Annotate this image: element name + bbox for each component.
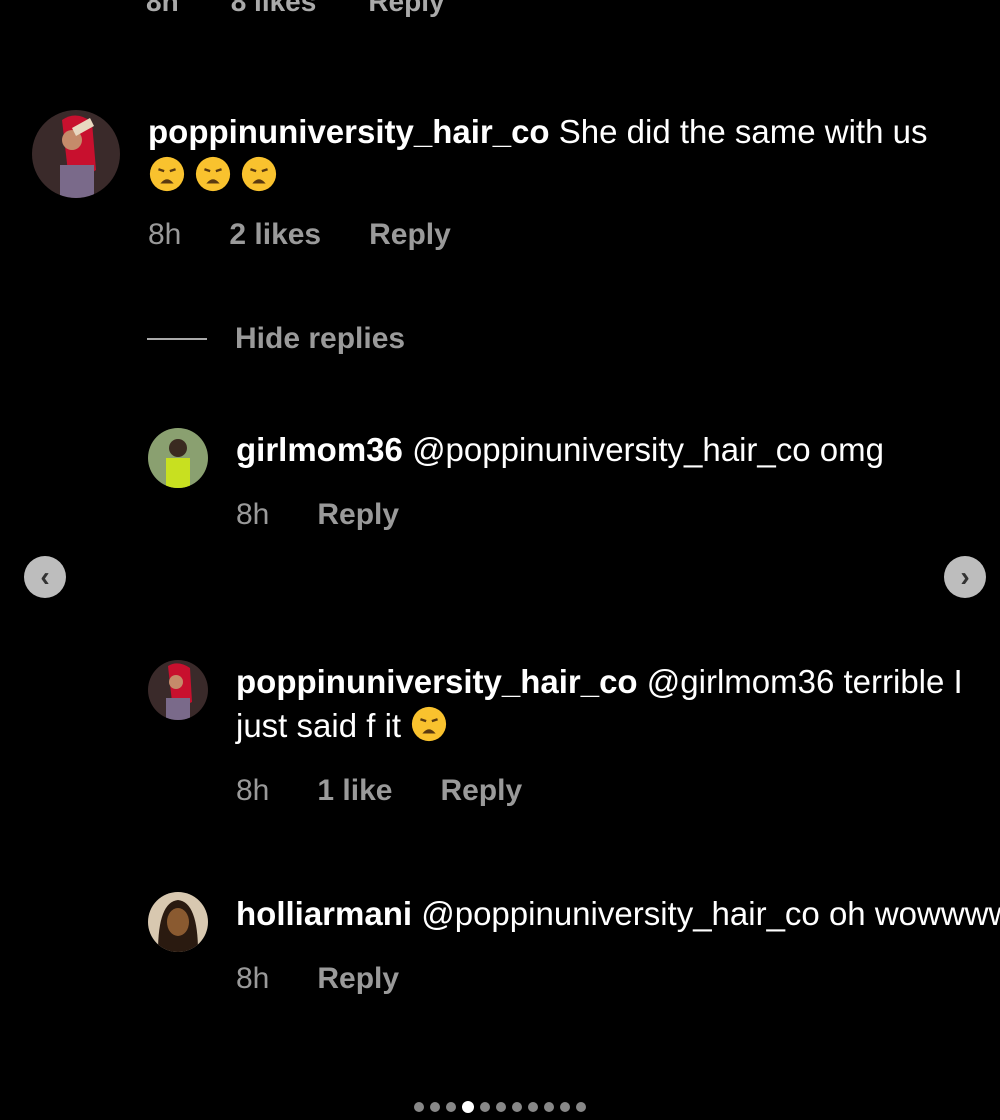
reply-text: wowwww	[874, 895, 1000, 932]
carousel-dot	[560, 1102, 570, 1112]
hide-replies-toggle[interactable]: Hide replies	[147, 322, 405, 356]
next-slide-button[interactable]: ›	[944, 556, 986, 598]
comment-text: She did the same with us	[558, 113, 928, 150]
reply-username[interactable]: girlmom36	[236, 431, 403, 468]
comment-time: 8h	[146, 0, 179, 17]
comments-screen: 8h 8 likes Reply poppinuniversity_hair_c…	[0, 0, 1000, 1120]
reply-mention[interactable]: @poppinuniversity_hair_co	[412, 431, 811, 468]
comment: poppinuniversity_hair_co She did the sam…	[32, 110, 968, 252]
reply-comment: poppinuniversity_hair_co @girlmom36 terr…	[148, 660, 1000, 808]
carousel-dot	[528, 1102, 538, 1112]
reply-time: 8h	[236, 774, 270, 807]
reply-meta: 8h 1 like Reply	[236, 774, 1000, 808]
carousel-dot	[480, 1102, 490, 1112]
like-count[interactable]: 8 likes	[231, 0, 317, 18]
carousel-dot	[430, 1102, 440, 1112]
comment-username[interactable]: poppinuniversity_hair_co	[148, 113, 550, 150]
reply-mention[interactable]: @poppinuniversity_hair_co oh	[421, 895, 865, 932]
carousel-dot	[414, 1102, 424, 1112]
previous-slide-button[interactable]: ‹	[24, 556, 66, 598]
reply-mention[interactable]: @girlmom36	[647, 663, 835, 700]
reply-button[interactable]: Reply	[440, 774, 522, 808]
chevron-left-icon: ‹	[40, 561, 50, 592]
carousel-dot	[576, 1102, 586, 1112]
like-count[interactable]: 2 likes	[229, 218, 321, 252]
reply-time: 8h	[236, 498, 270, 531]
reply-time: 8h	[236, 962, 270, 995]
reply-text: omg	[819, 431, 884, 468]
carousel-dot	[496, 1102, 506, 1112]
avatar[interactable]	[148, 892, 208, 952]
hide-replies-label: Hide replies	[235, 322, 406, 355]
carousel-dot	[462, 1101, 474, 1113]
reply-meta: 8h Reply	[236, 962, 1000, 996]
reply-button[interactable]: Reply	[368, 0, 444, 18]
carousel-dot	[544, 1102, 554, 1112]
carousel-dot	[446, 1102, 456, 1112]
chevron-right-icon: ›	[960, 561, 970, 592]
previous-comment-meta: 8h 8 likes Reply	[146, 0, 445, 18]
reply-meta: 8h Reply	[236, 498, 1000, 532]
like-count[interactable]: 1 like	[317, 774, 392, 808]
reply-username[interactable]: poppinuniversity_hair_co	[236, 663, 638, 700]
weary-face-emoji	[410, 706, 456, 744]
reply-comment: girlmom36 @poppinuniversity_hair_co omg …	[148, 428, 1000, 532]
comment-meta: 8h 2 likes Reply	[148, 218, 968, 252]
reply-button[interactable]: Reply	[317, 498, 399, 532]
carousel-indicator	[414, 1101, 586, 1113]
avatar[interactable]	[32, 110, 120, 198]
reply-button[interactable]: Reply	[369, 218, 451, 252]
avatar[interactable]	[148, 660, 208, 720]
weary-face-emoji	[148, 156, 286, 194]
reply-button[interactable]: Reply	[317, 962, 399, 996]
divider	[147, 338, 207, 340]
reply-username[interactable]: holliarmani	[236, 895, 412, 932]
comment-time: 8h	[148, 218, 182, 251]
carousel-dot	[512, 1102, 522, 1112]
avatar[interactable]	[148, 428, 208, 488]
reply-comment: holliarmani @poppinuniversity_hair_co oh…	[148, 892, 1000, 996]
